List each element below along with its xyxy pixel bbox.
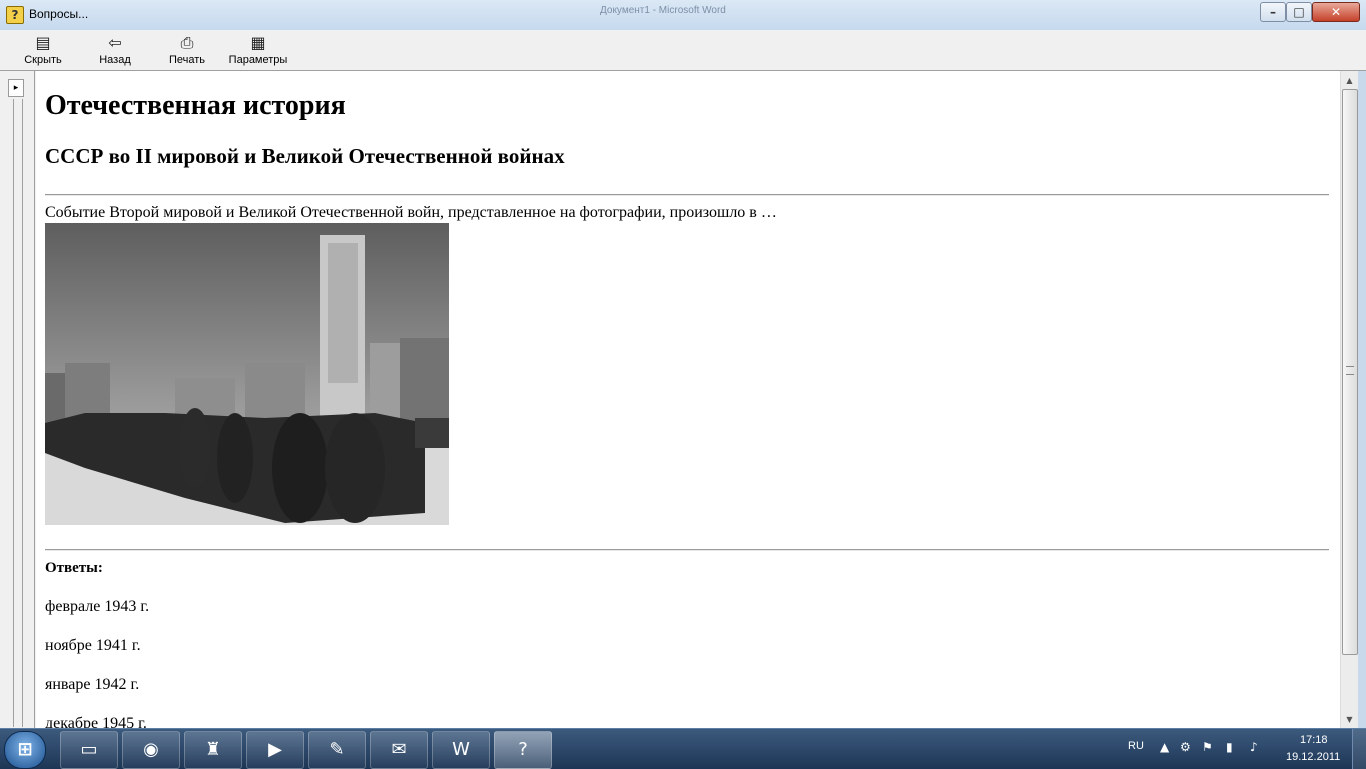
taskbar-explorer-button[interactable]: ▭ xyxy=(60,731,118,769)
print-label: Печать xyxy=(168,54,206,66)
taskbar: ⊞ ▭ ◉ ♜ ▶ ✎ ✉ W ? RU ▲ ⚙ ⚑ ▮ ♪ 17:18 19.… xyxy=(0,728,1366,769)
taskbar-outlook-button[interactable]: ✉ xyxy=(370,731,428,769)
start-button[interactable]: ⊞ xyxy=(4,731,46,769)
scroll-up-icon[interactable]: ▲ xyxy=(1342,73,1357,88)
options-icon: ▦ xyxy=(250,33,266,52)
hide-button[interactable]: ▤ Скрыть xyxy=(13,32,73,70)
back-label: Назад xyxy=(99,54,131,66)
expand-pane-button[interactable]: ▸ xyxy=(8,79,24,97)
taskbar-media-button[interactable]: ▶ xyxy=(246,731,304,769)
taskbar-app-button[interactable]: ✎ xyxy=(308,731,366,769)
window-frame xyxy=(1358,71,1366,728)
help-question-icon: ? xyxy=(518,739,528,760)
divider xyxy=(45,549,1329,551)
answers-label: Ответы: xyxy=(45,560,103,576)
printer-icon: ⎙ xyxy=(180,33,194,52)
grip-icon xyxy=(1346,366,1354,375)
folder-icon: ▭ xyxy=(80,739,98,760)
title-bar: ? Вопросы... Документ1 - Microsoft Word … xyxy=(0,0,1366,31)
close-button[interactable]: ✕ xyxy=(1312,2,1360,22)
war-photo xyxy=(45,223,449,525)
navigation-pane-collapsed: ▸ xyxy=(0,71,36,728)
answer-option[interactable]: феврале 1943 г. xyxy=(45,598,149,616)
vertical-scrollbar[interactable]: ▲ ▼ xyxy=(1340,71,1358,728)
taskbar-help-button[interactable]: ? xyxy=(494,731,552,769)
back-arrow-icon: ⇦ xyxy=(108,33,122,52)
hide-pane-icon: ▤ xyxy=(35,33,51,52)
maximize-button[interactable]: □ xyxy=(1286,2,1312,22)
print-button[interactable]: ⎙ Печать xyxy=(157,32,217,70)
app-green-icon: ♜ xyxy=(204,739,222,760)
outlook-icon: ✉ xyxy=(391,739,407,760)
pane-divider xyxy=(34,71,35,728)
device-icon[interactable]: ⚙ xyxy=(1180,740,1191,754)
show-hidden-icons-icon[interactable]: ▲ xyxy=(1160,740,1169,754)
volume-icon[interactable]: ♪ xyxy=(1250,740,1258,754)
background-window-title: Документ1 - Microsoft Word xyxy=(600,5,726,16)
divider xyxy=(45,194,1329,196)
answer-option[interactable]: ноябре 1941 г. xyxy=(45,637,141,655)
page-title: Отечественная история xyxy=(45,90,346,121)
pane-splitter[interactable] xyxy=(13,99,14,727)
system-tray: RU ▲ ⚙ ⚑ ▮ ♪ 17:18 19.12.2011 xyxy=(1120,729,1366,769)
hide-label: Скрыть xyxy=(24,54,62,66)
clock-date[interactable]: 19.12.2011 xyxy=(1286,751,1340,763)
topic-content: Отечественная история СССР во II мировой… xyxy=(36,71,1340,728)
help-toolbar: ▤ Скрыть ⇦ Назад ⎙ Печать ▦ Параметры xyxy=(0,30,1366,71)
close-icon: ✕ xyxy=(1330,5,1342,19)
media-player-icon: ▶ xyxy=(268,739,282,760)
taskbar-firefox-button[interactable]: ◉ xyxy=(122,731,180,769)
network-signal-icon[interactable]: ▮ xyxy=(1226,740,1233,754)
minimize-button[interactable]: – xyxy=(1260,2,1286,22)
options-label: Параметры xyxy=(228,54,288,66)
maximize-icon: □ xyxy=(1293,5,1305,19)
firefox-icon: ◉ xyxy=(143,739,159,760)
help-question-icon: ? xyxy=(6,6,24,24)
show-desktop-button[interactable] xyxy=(1352,729,1366,769)
windows-logo-icon: ⊞ xyxy=(17,739,33,760)
clock-time[interactable]: 17:18 xyxy=(1300,734,1328,746)
app-orange-icon: ✎ xyxy=(329,739,345,760)
scroll-down-icon[interactable]: ▼ xyxy=(1342,712,1357,727)
scroll-thumb[interactable] xyxy=(1342,89,1358,655)
action-center-flag-icon[interactable]: ⚑ xyxy=(1202,740,1213,754)
options-button[interactable]: ▦ Параметры xyxy=(228,32,288,70)
taskbar-word-button[interactable]: W xyxy=(432,731,490,769)
word-icon: W xyxy=(452,739,470,760)
answer-option[interactable]: декабре 1945 г. xyxy=(45,715,147,728)
section-subtitle: СССР во II мировой и Великой Отечественн… xyxy=(45,144,565,168)
minimize-icon: – xyxy=(1270,5,1276,19)
back-button[interactable]: ⇦ Назад xyxy=(85,32,145,70)
pane-border xyxy=(22,99,23,727)
answer-option[interactable]: январе 1942 г. xyxy=(45,676,139,694)
window-title: Вопросы... xyxy=(29,7,89,21)
taskbar-app-button[interactable]: ♜ xyxy=(184,731,242,769)
question-text: Событие Второй мировой и Великой Отечест… xyxy=(45,204,777,221)
language-indicator[interactable]: RU xyxy=(1128,740,1144,752)
